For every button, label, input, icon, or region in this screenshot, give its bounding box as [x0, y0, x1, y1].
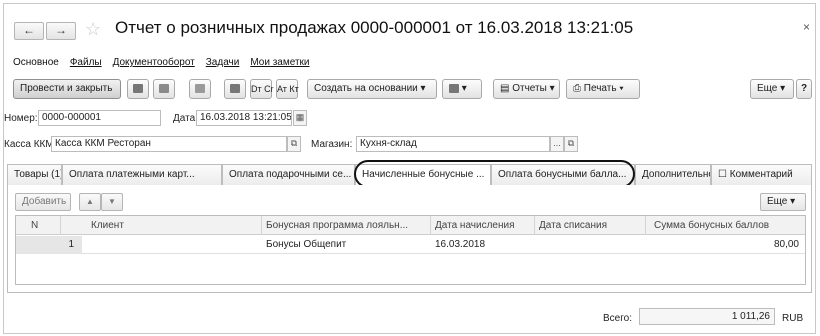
save-button[interactable]: [127, 79, 149, 99]
number-label: Номер:: [4, 113, 38, 124]
column-header-accrual-date[interactable]: Дата начисления: [431, 216, 535, 235]
table-row[interactable]: 1 Бонусы Общепит 16.03.2018 80,00: [16, 236, 805, 254]
row-client[interactable]: [82, 236, 262, 254]
document-icon: [230, 83, 240, 93]
tab-comment[interactable]: ☐ Комментарий: [711, 164, 812, 185]
arrow-down-icon: ▼: [108, 197, 116, 206]
section-my-notes[interactable]: Мои заметки: [250, 57, 309, 68]
total-label: Всего:: [603, 313, 632, 324]
at-kt-button[interactable]: Ат Кт: [276, 79, 299, 99]
table-more-button[interactable]: Еще ▾: [760, 193, 806, 211]
tab-card-payments[interactable]: Оплата платежными карт...: [62, 164, 222, 185]
tab-additional[interactable]: Дополнительно: [635, 164, 711, 185]
open-register-icon[interactable]: ⧉: [287, 136, 301, 152]
print-button[interactable]: ⎙ Печать ▾: [566, 79, 640, 99]
calendar-icon[interactable]: ▦: [293, 110, 307, 126]
tab-highlight-oval: [354, 160, 635, 188]
structure-icon: [449, 83, 459, 93]
section-main[interactable]: Основное: [13, 57, 59, 68]
tab-goods[interactable]: Товары (1): [7, 164, 62, 185]
copy-icon: [195, 83, 205, 93]
column-header-n[interactable]: N: [16, 216, 61, 235]
comment-icon: ☐: [718, 169, 730, 180]
star-icon[interactable]: ☆: [85, 19, 101, 40]
currency-label: RUB: [782, 313, 804, 324]
store-field[interactable]: Кухня-склад: [356, 136, 550, 152]
reports-icon: ▤: [500, 83, 513, 94]
column-header-program[interactable]: Бонусная программа лояльн...: [262, 216, 431, 235]
section-tasks[interactable]: Задачи: [206, 57, 240, 68]
number-field[interactable]: 0000-000001: [38, 110, 161, 126]
post-and-close-button[interactable]: Провести и закрыть: [13, 79, 121, 99]
reports-button[interactable]: ▤ Отчеты ▾: [493, 79, 560, 99]
post-button[interactable]: [153, 79, 175, 99]
section-document-flow[interactable]: Документооборот: [113, 57, 195, 68]
column-header-amount[interactable]: Сумма бонусных баллов: [646, 216, 805, 235]
row-amount[interactable]: 80,00: [646, 236, 805, 254]
row-accrual-date[interactable]: 16.03.2018: [431, 236, 535, 254]
total-field: 1 011,26: [639, 308, 775, 325]
register-label: Касса ККМ:: [4, 139, 57, 150]
structure-button[interactable]: ▾: [442, 79, 482, 99]
document-button[interactable]: [224, 79, 246, 99]
row-program[interactable]: Бонусы Общепит: [262, 236, 431, 254]
add-button[interactable]: Добавить: [15, 193, 71, 211]
row-number[interactable]: 1: [16, 236, 82, 254]
close-icon[interactable]: ×: [803, 20, 810, 34]
create-based-on-button[interactable]: Создать на основании ▾: [307, 79, 437, 99]
post-icon: [159, 83, 169, 93]
section-files[interactable]: Файлы: [70, 57, 102, 68]
column-header-writeoff-date[interactable]: Дата списания: [535, 216, 646, 235]
page-title: Отчет о розничных продажах 0000-000001 о…: [115, 18, 634, 37]
tab-gift-certificates[interactable]: Оплата подарочными се...: [222, 164, 355, 185]
move-up-button[interactable]: ▲: [79, 193, 101, 211]
bonus-table: N Клиент Бонусная программа лояльн... Да…: [15, 215, 806, 285]
register-field[interactable]: Касса ККМ Ресторан: [51, 136, 287, 152]
printer-icon: ⎙: [573, 83, 584, 94]
dt-cr-button[interactable]: Dт Cr: [250, 79, 274, 99]
copy-button[interactable]: [189, 79, 211, 99]
move-down-button[interactable]: ▼: [101, 193, 123, 211]
forward-button[interactable]: →: [46, 22, 76, 40]
help-button[interactable]: ?: [796, 79, 812, 99]
more-button[interactable]: Еще ▾: [750, 79, 794, 99]
save-icon: [133, 83, 143, 93]
column-header-client[interactable]: Клиент: [61, 216, 262, 235]
arrow-left-icon: ←: [23, 23, 35, 37]
back-button[interactable]: ←: [14, 22, 44, 40]
open-store-icon[interactable]: ⧉: [564, 136, 578, 152]
section-links: Основное Файлы Документооборот Задачи Мо…: [13, 57, 310, 68]
date-label: Дата:: [173, 113, 198, 124]
row-writeoff-date[interactable]: [535, 236, 646, 254]
store-label: Магазин:: [311, 139, 353, 150]
arrow-up-icon: ▲: [86, 197, 94, 206]
date-field[interactable]: 16.03.2018 13:21:05: [196, 110, 292, 126]
arrow-right-icon: →: [55, 23, 67, 37]
store-select-button[interactable]: ...: [550, 136, 564, 152]
table-header: N Клиент Бонусная программа лояльн... Да…: [16, 216, 805, 235]
